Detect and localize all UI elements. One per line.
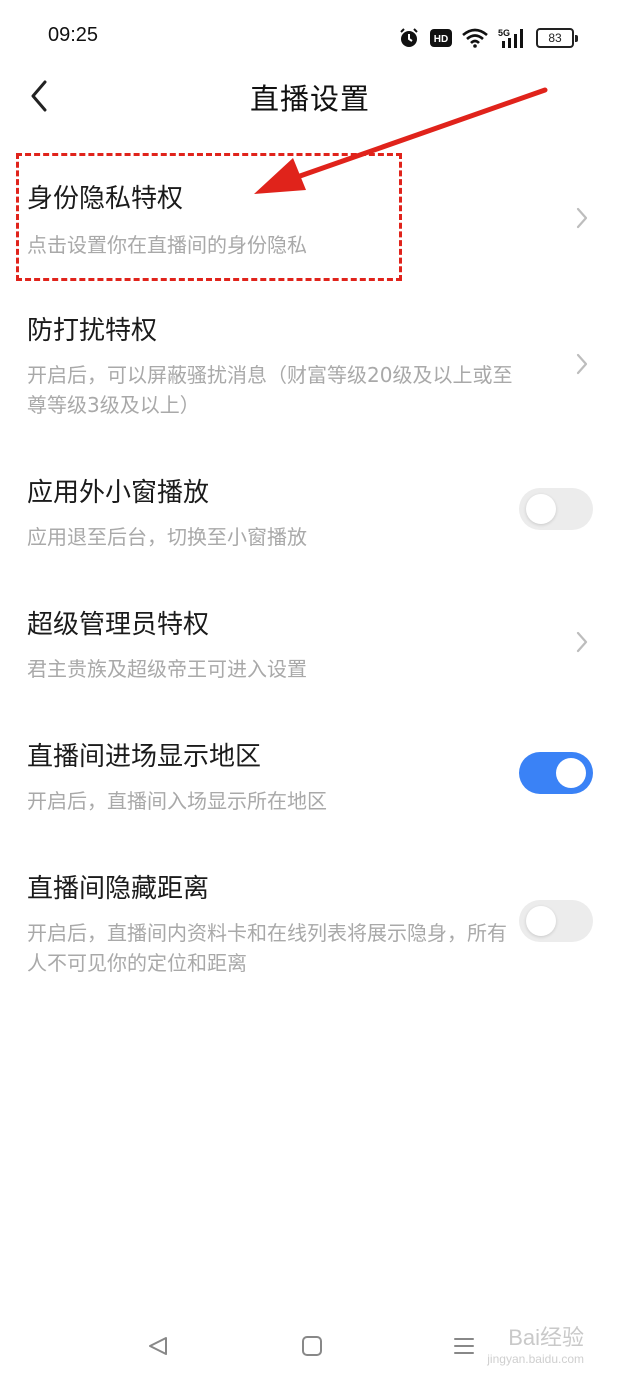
setting-title: 直播间进场显示地区 (27, 742, 262, 772)
watermark-url: jingyan.baidu.com (487, 1352, 584, 1366)
setting-desc: 应用退至后台，切换至小窗播放 (27, 525, 307, 549)
floating-window-toggle[interactable] (519, 488, 593, 530)
setting-title: 应用外小窗播放 (27, 478, 210, 508)
chevron-right-icon (576, 207, 588, 229)
setting-anti-disturb[interactable]: 防打扰特权 开启后，可以屏蔽骚扰消息（财富等级20级及以上或至尊等级3级及以上） (0, 310, 620, 420)
nav-home-button[interactable] (292, 1328, 332, 1364)
setting-desc: 开启后，可以屏蔽骚扰消息（财富等级20级及以上或至尊等级3级及以上） (27, 363, 513, 417)
svg-text:HD: HD (434, 34, 448, 45)
setting-super-admin[interactable]: 超级管理员特权 君主贵族及超级帝王可进入设置 (0, 604, 620, 694)
svg-text:5G: 5G (498, 28, 510, 38)
setting-floating-window: 应用外小窗播放 应用退至后台，切换至小窗播放 (0, 472, 620, 562)
status-time: 09:25 (48, 24, 99, 46)
annotation-highlight-box (16, 153, 402, 281)
setting-title: 直播间隐藏距离 (27, 874, 210, 904)
battery-icon: 83 (536, 28, 578, 48)
setting-title: 防打扰特权 (27, 316, 158, 346)
nav-back-button[interactable] (138, 1328, 178, 1364)
setting-desc: 君主贵族及超级帝王可进入设置 (27, 657, 307, 681)
toggle-knob (526, 494, 556, 524)
setting-title: 超级管理员特权 (27, 610, 210, 640)
page-title: 直播设置 (249, 82, 370, 116)
square-home-icon (302, 1336, 322, 1356)
nav-menu-button[interactable] (444, 1328, 484, 1364)
watermark-brand: Bai经验 (508, 1325, 584, 1350)
menu-icon (454, 1338, 474, 1354)
battery-level: 83 (536, 28, 574, 48)
toggle-knob (556, 758, 586, 788)
show-region-toggle[interactable] (519, 752, 593, 794)
status-icons: HD 5G 83 (398, 24, 578, 52)
alarm-icon (398, 27, 420, 49)
chevron-right-icon (576, 631, 588, 653)
hd-icon: HD (430, 29, 452, 47)
wifi-icon (462, 28, 488, 48)
status-bar: 09:25 HD 5G 83 (0, 0, 620, 72)
hide-distance-toggle[interactable] (519, 900, 593, 942)
setting-show-region: 直播间进场显示地区 开启后，直播间入场显示所在地区 (0, 736, 620, 826)
setting-desc: 开启后，直播间入场显示所在地区 (27, 789, 327, 813)
setting-desc: 开启后，直播间内资料卡和在线列表将展示隐身，所有人不可见你的定位和距离 (27, 921, 507, 975)
triangle-back-icon (149, 1337, 167, 1355)
chevron-right-icon (576, 353, 588, 375)
setting-hide-distance: 直播间隐藏距离 开启后，直播间内资料卡和在线列表将展示隐身，所有人不可见你的定位… (0, 868, 620, 978)
nav-bar: 直播设置 (0, 72, 620, 120)
cellular-5g-icon: 5G (498, 27, 526, 49)
toggle-knob (526, 906, 556, 936)
